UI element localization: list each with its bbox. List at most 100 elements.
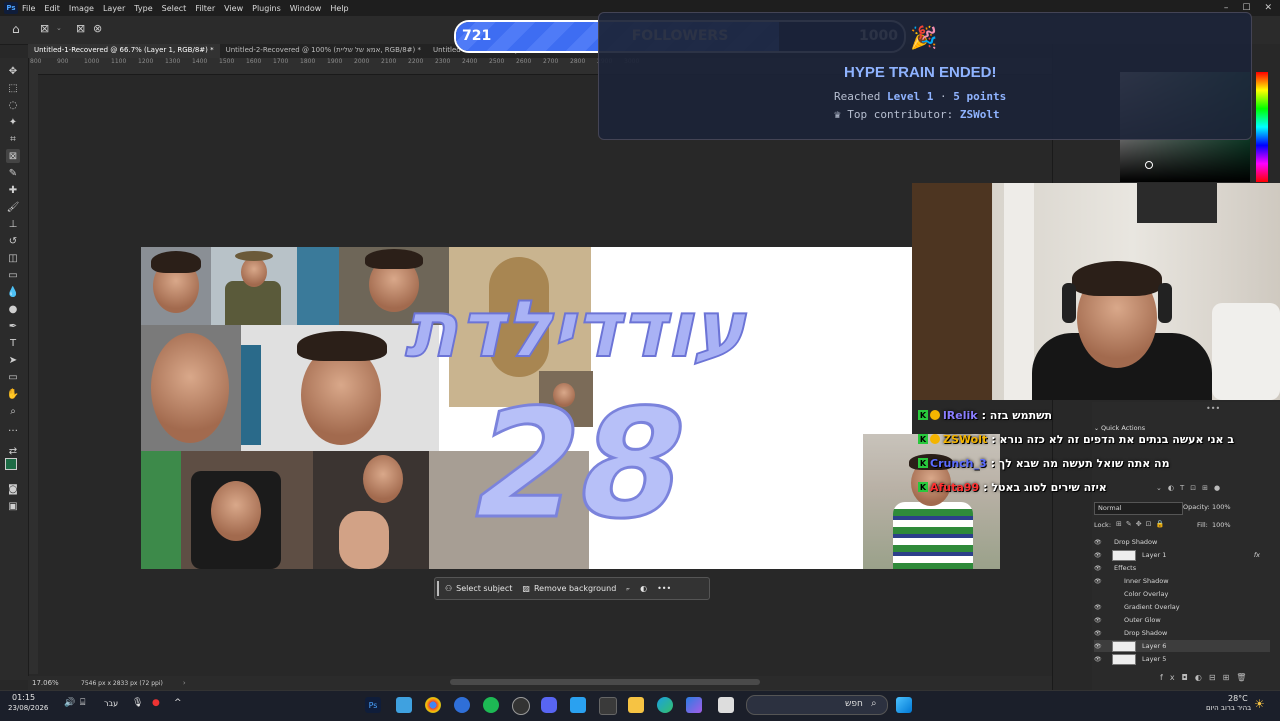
layer-effect-row[interactable]: 👁 Effects [1094,562,1270,574]
visibility-eye-icon[interactable]: 👁 [1094,565,1104,572]
fx-icon[interactable]: fx [1254,551,1260,559]
color-picker-cursor[interactable] [1145,161,1153,169]
blend-mode-select[interactable]: Normal [1094,502,1183,515]
blur-tool-icon[interactable]: 💧 [6,285,20,299]
file-explorer-taskbar-icon[interactable] [628,697,644,713]
layer-row[interactable]: 👁 Layer 1 fx [1094,549,1270,561]
spotify-taskbar-icon[interactable] [483,697,499,713]
menu-image[interactable]: Image [69,4,94,13]
layer-effect-row[interactable]: 👁 Inner Shadow [1094,575,1270,587]
chevron-down-icon[interactable]: ⌄ [56,24,62,32]
chrome-taskbar-icon[interactable] [425,697,441,713]
lock-icons[interactable]: ⊞✎✥⊡🔒 [1116,520,1168,528]
mail-taskbar-icon[interactable] [570,697,586,713]
microphone-icon[interactable]: 🎙 [132,698,143,708]
brush-tool-icon[interactable]: 🖌 [6,200,20,214]
opacity-input[interactable]: 100% [1212,503,1231,511]
quick-mask-icon[interactable]: ◙ [6,482,20,496]
swap-colors-icon[interactable]: ⇄ [6,444,20,458]
ellipse-frame-icon[interactable]: ⊗ [93,22,102,35]
visibility-eye-icon[interactable]: 👁 [1094,552,1104,559]
document-info[interactable]: 7546 px x 2833 px (72 ppi) [81,680,163,687]
menu-help[interactable]: Help [330,4,348,13]
zoom-level[interactable]: 17.06% [32,679,77,687]
zoom-tool-icon[interactable]: ⌕ [6,404,20,418]
weather-desc[interactable]: בהיר ברוב היום [1206,704,1251,712]
marquee-tool-icon[interactable]: ⬚ [6,81,20,95]
menu-edit[interactable]: Edit [44,4,60,13]
store-taskbar-icon[interactable] [599,697,617,715]
dodge-tool-icon[interactable]: ● [6,302,20,316]
menu-filter[interactable]: Filter [195,4,215,13]
shape-tool-icon[interactable]: ▭ [6,370,20,384]
more-tools-icon[interactable]: … [6,421,20,435]
taskbar-search[interactable]: חפש ⌕ [746,695,888,715]
network-icon[interactable]: ⌸ [80,698,85,708]
lasso-tool-icon[interactable]: ◌ [6,98,20,112]
menu-plugins[interactable]: Plugins [252,4,281,13]
tab-untitled-1-recovered[interactable]: Untitled-1-Recovered @ 66.7% (Layer 1, R… [28,44,220,58]
layer-effect-row[interactable]: 👁 Outer Glow [1094,614,1270,626]
windows-start-icon[interactable] [896,697,912,713]
menu-view[interactable]: View [224,4,243,13]
history-brush-icon[interactable]: ↺ [6,234,20,248]
move-tool-icon[interactable]: ✥ [6,64,20,78]
menu-layer[interactable]: Layer [103,4,125,13]
layer-effect-row[interactable]: 👁 Drop Shadow [1094,627,1270,639]
crop-tool-icon[interactable]: ⌗ [6,132,20,146]
gradient-tool-icon[interactable]: ▭ [6,268,20,282]
pen-tool-icon[interactable]: ✒ [6,319,20,333]
notepad-taskbar-icon[interactable] [396,697,412,713]
input-language[interactable]: עבר [104,699,118,708]
transform-icon[interactable]: ⟔ [626,584,630,594]
frame-tool-icon[interactable]: ⊠ [6,149,20,163]
home-icon[interactable]: ⌂ [12,22,20,36]
visibility-eye-icon[interactable]: 👁 [1094,539,1104,546]
layer-effect-row[interactable]: Color Overlay [1094,588,1270,600]
horizontal-scrollbar[interactable] [450,679,760,685]
layer-effect-row[interactable]: 👁 Drop Shadow [1094,536,1270,548]
magic-wand-icon[interactable]: ✦ [6,115,20,129]
speaker-icon[interactable]: 🔊 [64,698,75,708]
menu-window[interactable]: Window [290,4,322,13]
layer-actions-icons[interactable]: fx◘◐⊟⊞🗑 [1160,673,1253,682]
rect-frame-icon[interactable]: ⊠ [76,22,85,35]
weather-temp[interactable]: 28°C [1228,694,1248,703]
visibility-eye-icon[interactable]: 👁 [1094,617,1104,624]
hue-slider[interactable] [1256,72,1268,182]
layer-effect-row[interactable]: 👁 Gradient Overlay [1094,601,1270,613]
path-select-icon[interactable]: ➤ [6,353,20,367]
select-subject-button[interactable]: ⚇ Select subject [445,584,512,593]
menu-type[interactable]: Type [134,4,152,13]
healing-brush-icon[interactable]: ✚ [6,183,20,197]
fill-input[interactable]: 100% [1212,521,1231,529]
foreground-color-swatch[interactable] [5,458,17,470]
app-taskbar-icon[interactable] [718,697,734,713]
remove-background-button[interactable]: ▨ Remove background [522,584,616,593]
visibility-eye-icon[interactable]: 👁 [1094,578,1104,585]
edge-taskbar-icon[interactable] [657,697,673,713]
clock-date[interactable]: 23/08/2026 [8,704,48,712]
discord-taskbar-icon[interactable] [541,697,557,713]
drag-handle[interactable] [437,581,439,596]
visibility-eye-icon[interactable]: 👁 [1094,604,1104,611]
copilot-taskbar-icon[interactable] [686,697,702,713]
eraser-tool-icon[interactable]: ◫ [6,251,20,265]
menu-file[interactable]: File [22,4,35,13]
frame-tool-icon[interactable]: ⊠ [40,22,49,35]
app-taskbar-icon[interactable] [454,697,470,713]
layer-row[interactable]: 👁 Layer 6 [1094,640,1270,652]
visibility-eye-icon[interactable]: 👁 [1094,630,1104,637]
chevron-up-icon[interactable]: ^ [174,698,182,708]
visibility-eye-icon[interactable]: 👁 [1094,643,1104,650]
hand-tool-icon[interactable]: ✋ [6,387,20,401]
clock-time[interactable]: 01:15 [12,693,35,702]
visibility-eye-icon[interactable]: 👁 [1094,656,1104,663]
screen-mode-icon[interactable]: ▣ [6,499,20,513]
obs-taskbar-icon[interactable] [512,697,530,715]
eyedropper-icon[interactable]: ✎ [6,166,20,180]
tab-untitled-2-recovered[interactable]: Untitled-2-Recovered @ 100% (אמא של שליי… [220,44,427,58]
recording-icon[interactable]: ● [152,698,160,708]
stamp-tool-icon[interactable]: ⊥ [6,217,20,231]
adjustment-icon[interactable]: ◐ [640,584,647,593]
